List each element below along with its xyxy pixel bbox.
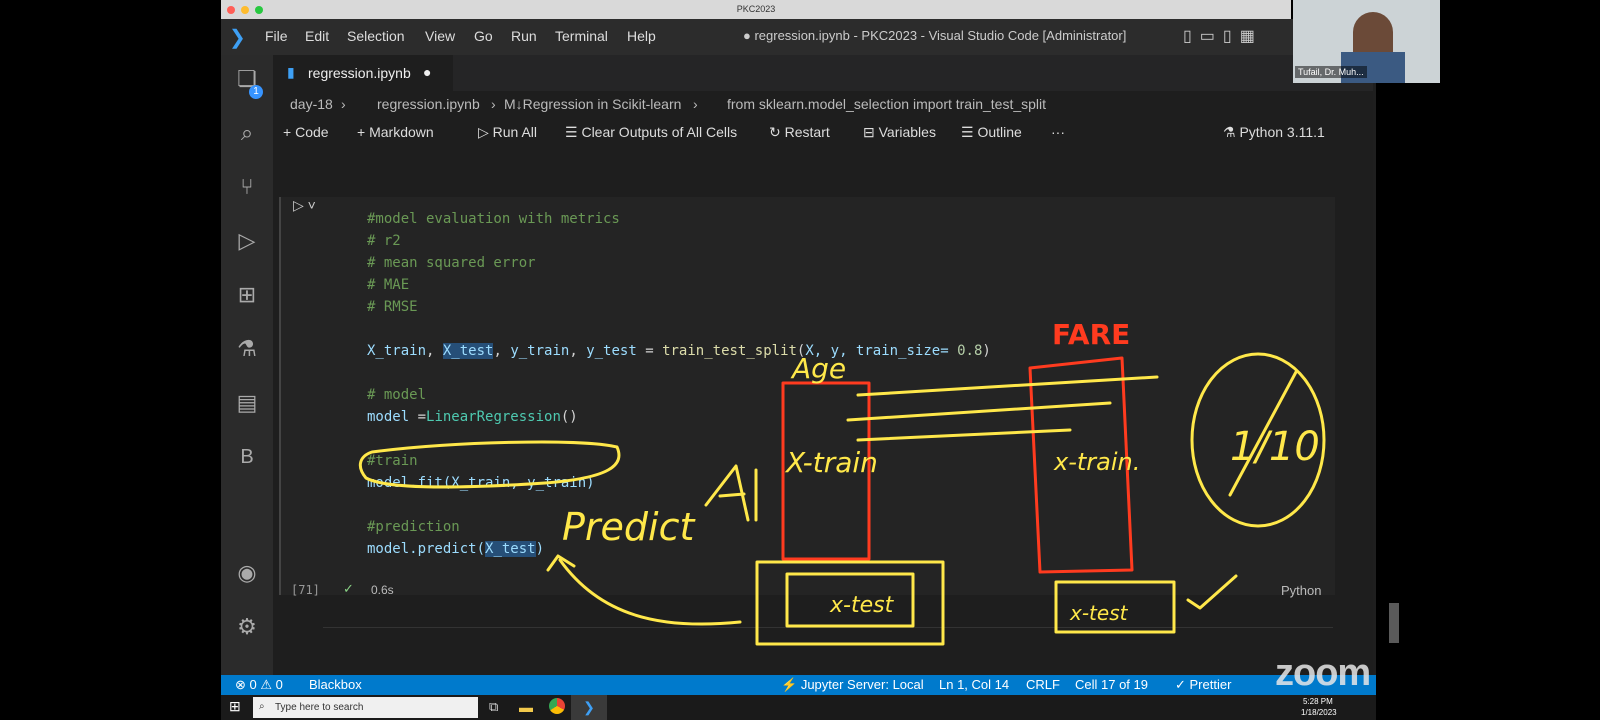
account-icon[interactable]: ◉ xyxy=(233,559,261,587)
taskbar-search[interactable]: ⌕ Type here to search xyxy=(253,697,478,718)
execution-count: [71] xyxy=(291,583,320,597)
mac-window-title: PKC2023 xyxy=(736,4,776,14)
line-ending[interactable]: CRLF xyxy=(1026,677,1060,692)
code-line[interactable]: # RMSE xyxy=(367,299,418,315)
next-cell[interactable] xyxy=(323,627,1333,676)
clock-time[interactable]: 5:28 PM xyxy=(1303,697,1333,706)
breadcrumb-separator: › xyxy=(693,96,698,112)
code-line-fit[interactable]: model.fit(X_train, y_train) xyxy=(367,475,595,491)
tab-bar: ▮ regression.ipynb ● xyxy=(273,55,1373,91)
breadcrumb-separator: › xyxy=(491,96,496,112)
windows-taskbar: ⊞ ⌕ Type here to search ⧉ ▬ ❯ 5:28 PM 1/… xyxy=(221,695,1376,720)
breadcrumb-separator: › xyxy=(341,96,346,112)
extensions-icon[interactable]: ⊞ xyxy=(233,281,261,309)
run-cell-icon[interactable]: ▷ ˅ xyxy=(293,197,316,214)
cursor-position[interactable]: Ln 1, Col 14 xyxy=(939,677,1009,692)
zoom-window-button[interactable] xyxy=(255,6,263,14)
breadcrumb-file[interactable]: regression.ipynb xyxy=(377,96,480,112)
menu-terminal[interactable]: Terminal xyxy=(555,28,608,44)
outline-button[interactable]: ☰ Outline xyxy=(961,124,1022,141)
window-title: ● regression.ipynb - PKC2023 - Visual St… xyxy=(743,28,1127,43)
add-code-cell-button[interactable]: + Code xyxy=(283,124,329,140)
minimize-window-button[interactable] xyxy=(241,6,249,14)
code-line[interactable]: #prediction xyxy=(367,519,460,535)
problems-indicator[interactable]: ⊗ 0 ⚠ 0 xyxy=(235,677,283,693)
notebook-icon[interactable]: ▤ xyxy=(233,389,261,417)
vscode-window: ❯ File Edit Selection View Go Run Termin… xyxy=(221,19,1399,695)
search-icon[interactable]: ⌕ xyxy=(233,119,261,147)
breadcrumb: day-18 › regression.ipynb › M↓Regression… xyxy=(273,91,1373,117)
cell-indicator[interactable]: Cell 17 of 19 xyxy=(1075,677,1148,692)
tab-modified-dot[interactable]: ● xyxy=(423,64,431,80)
code-line-predict[interactable]: model.predict(X_test) xyxy=(367,541,544,557)
chrome-icon[interactable] xyxy=(549,698,565,714)
notebook-editor: ▷ ˅ #model evaluation with metrics # r2 … xyxy=(273,149,1399,676)
restart-kernel-button[interactable]: ↻ Restart xyxy=(769,124,830,141)
explorer-badge: 1 xyxy=(249,85,263,99)
menu-run[interactable]: Run xyxy=(511,28,537,44)
menu-file[interactable]: File xyxy=(265,28,288,44)
code-line[interactable]: # MAE xyxy=(367,277,409,293)
vscode-logo-icon: ❯ xyxy=(229,27,246,49)
file-explorer-icon[interactable]: ▬ xyxy=(519,699,533,715)
add-markdown-cell-button[interactable]: + Markdown xyxy=(357,124,434,140)
code-line[interactable]: #model evaluation with metrics xyxy=(367,211,620,227)
notebook-toolbar: + Code + Markdown ▷ Run All ☰ Clear Outp… xyxy=(273,117,1373,149)
mac-title-bar: PKC2023 xyxy=(221,0,1291,19)
execution-time: 0.6s xyxy=(371,583,394,597)
webcam-video: Tufail, Dr. Muh... xyxy=(1293,0,1440,83)
menu-help[interactable]: Help xyxy=(627,28,656,44)
tab-regression-ipynb[interactable]: ▮ regression.ipynb ● xyxy=(273,55,453,91)
breadcrumb-section[interactable]: M↓Regression in Scikit-learn xyxy=(504,96,681,112)
kernel-picker[interactable]: ⚗ Python 3.11.1 xyxy=(1223,124,1325,141)
tab-label: regression.ipynb xyxy=(308,65,411,81)
success-check-icon: ✓ xyxy=(343,581,354,596)
breadcrumb-folder[interactable]: day-18 xyxy=(290,96,333,112)
code-line-model[interactable]: model =LinearRegression() xyxy=(367,409,578,425)
menu-edit[interactable]: Edit xyxy=(305,28,329,44)
search-icon: ⌕ xyxy=(259,701,265,712)
variables-button[interactable]: ⊟ Variables xyxy=(863,124,936,141)
code-line[interactable]: #train xyxy=(367,453,418,469)
windows-start-icon[interactable]: ⊞ xyxy=(229,698,241,715)
activity-bar: ❏ 1 ⌕ ⑂ ▷ ⊞ ⚗ ▤ B ◉ ⚙ xyxy=(221,55,273,675)
prettier-status[interactable]: ✓ Prettier xyxy=(1175,677,1231,693)
menu-selection[interactable]: Selection xyxy=(347,28,405,44)
jupyter-server-status[interactable]: ⚡ Jupyter Server: Local xyxy=(781,677,924,693)
source-control-icon[interactable]: ⑂ xyxy=(233,173,261,201)
taskbar-search-placeholder: Type here to search xyxy=(275,702,364,713)
layout-icons[interactable]: ▯▭▯▦ xyxy=(1183,26,1263,46)
clock-date[interactable]: 1/18/2023 xyxy=(1301,708,1337,717)
task-view-icon[interactable]: ⧉ xyxy=(489,699,498,715)
more-actions-button[interactable]: ··· xyxy=(1051,124,1065,140)
blackbox-icon[interactable]: B xyxy=(233,443,261,471)
code-cell[interactable]: ▷ ˅ #model evaluation with metrics # r2 … xyxy=(279,197,1335,598)
notebook-file-icon: ▮ xyxy=(287,64,295,80)
code-line-split[interactable]: X_train, X_test, y_train, y_test = train… xyxy=(367,343,991,359)
menu-view[interactable]: View xyxy=(425,28,455,44)
participant-name: Tufail, Dr. Muh... xyxy=(1295,66,1367,78)
code-line[interactable]: # mean squared error xyxy=(367,255,536,271)
clear-outputs-button[interactable]: ☰ Clear Outputs of All Cells xyxy=(565,124,737,141)
testing-icon[interactable]: ⚗ xyxy=(233,335,261,363)
zoom-logo: zoom xyxy=(1275,652,1371,694)
status-bar: ⊗ 0 ⚠ 0 Blackbox ⚡ Jupyter Server: Local… xyxy=(221,675,1376,695)
breadcrumb-symbol[interactable]: from sklearn.model_selection import trai… xyxy=(727,96,1046,112)
blackbox-status[interactable]: Blackbox xyxy=(309,677,362,692)
menu-bar: ❯ File Edit Selection View Go Run Termin… xyxy=(221,19,1376,55)
run-debug-icon[interactable]: ▷ xyxy=(233,227,261,255)
code-line[interactable]: # model xyxy=(367,387,426,403)
cell-language[interactable]: Python xyxy=(1281,583,1321,598)
code-line[interactable]: # r2 xyxy=(367,233,401,249)
scrollbar[interactable] xyxy=(1389,603,1399,643)
vscode-taskbar-icon[interactable]: ❯ xyxy=(571,695,607,720)
settings-gear-icon[interactable]: ⚙ xyxy=(233,613,261,641)
run-all-button[interactable]: ▷ Run All xyxy=(478,124,537,141)
menu-go[interactable]: Go xyxy=(474,28,493,44)
close-window-button[interactable] xyxy=(227,6,235,14)
